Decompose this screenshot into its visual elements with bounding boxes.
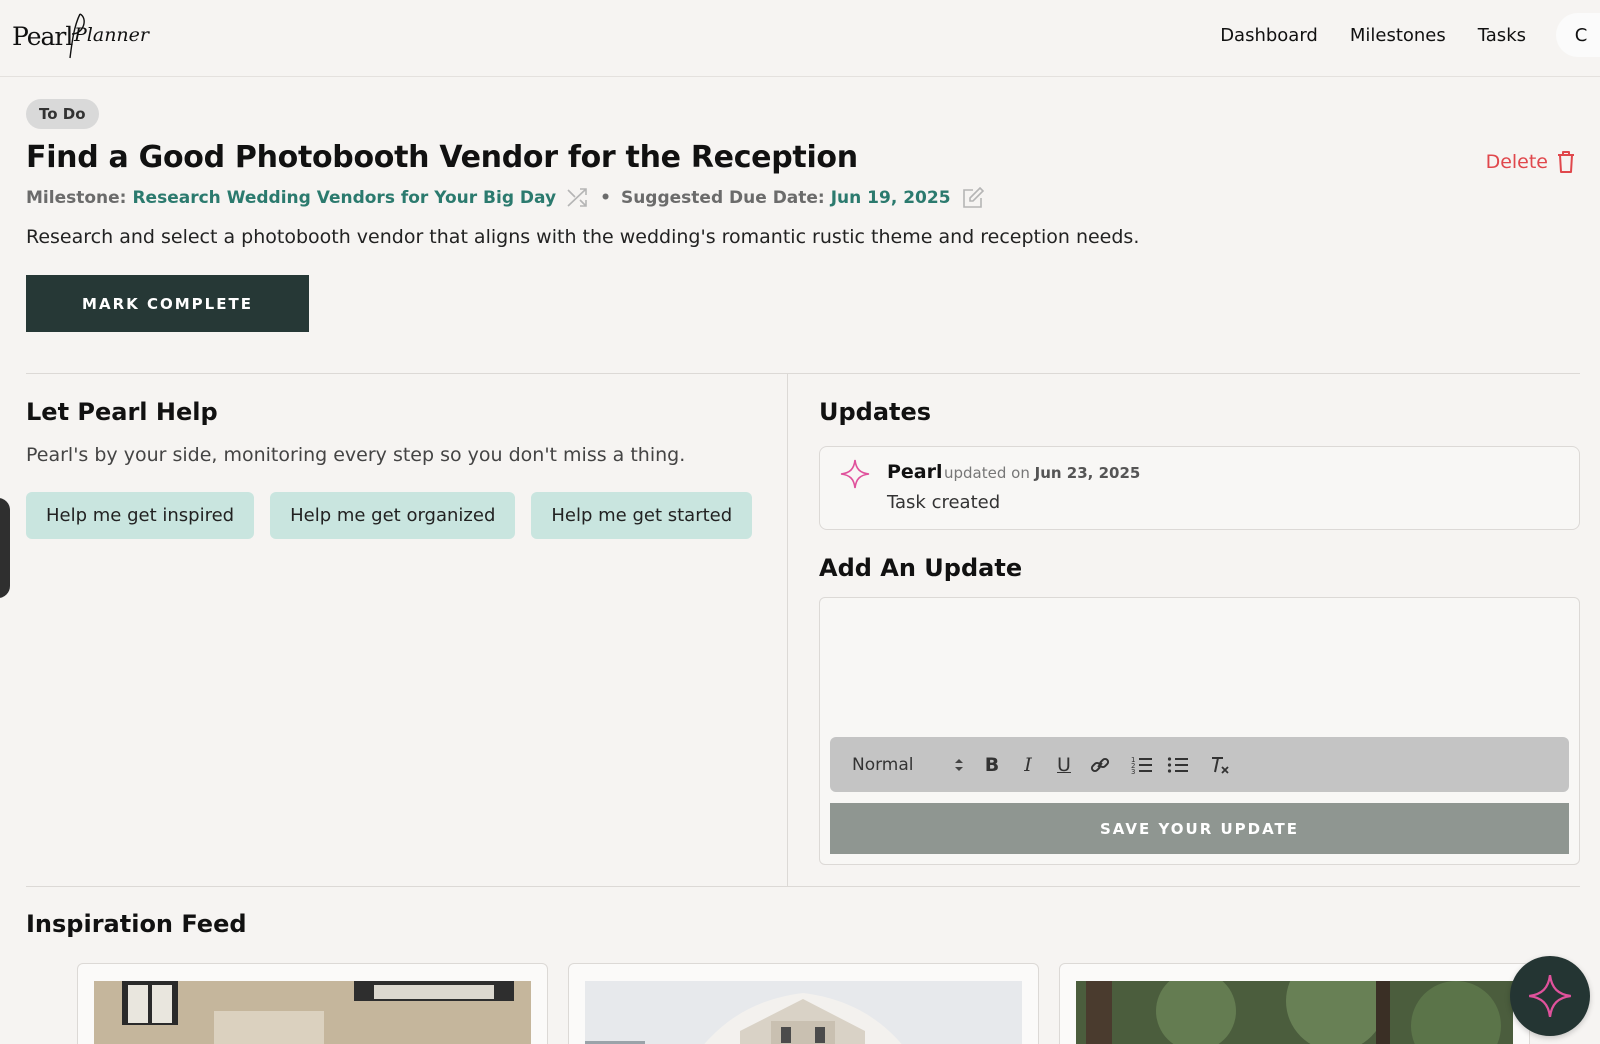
pearl-sparkle-icon <box>1529 975 1571 1017</box>
task-meta-row: Milestone: Research Wedding Vendors for … <box>26 186 985 210</box>
format-select[interactable]: Normal <box>852 755 964 775</box>
main-nav: Dashboard Milestones Tasks C <box>1188 0 1600 70</box>
section-divider <box>26 886 1580 887</box>
column-divider <box>787 374 788 886</box>
nav-tasks[interactable]: Tasks <box>1478 25 1526 46</box>
nav-dashboard[interactable]: Dashboard <box>1220 25 1318 46</box>
editor-toolbar: Normal B I U 1 2 3 <box>830 737 1569 792</box>
updates-title: Updates <box>819 398 932 426</box>
task-description: Research and select a photobooth vendor … <box>26 226 1140 248</box>
task-title: Find a Good Photobooth Vendor for the Re… <box>26 140 858 175</box>
delete-label: Delete <box>1485 151 1548 173</box>
mark-complete-button[interactable]: MARK COMPLETE <box>26 275 309 332</box>
update-editor[interactable]: Normal B I U 1 2 3 SAVE YOUR UPDATE <box>819 597 1580 865</box>
underline-icon[interactable]: U <box>1046 750 1082 780</box>
due-date-label: Suggested Due Date: <box>620 188 825 208</box>
due-date-value: Jun 19, 2025 <box>830 188 951 208</box>
feed-image <box>94 981 531 1044</box>
section-divider <box>26 373 1580 374</box>
shuffle-icon[interactable] <box>566 186 590 210</box>
milestone-label: Milestone: <box>26 188 127 208</box>
side-drawer-handle[interactable] <box>0 498 10 598</box>
top-header: Pearl Planner Dashboard Milestones Tasks… <box>0 0 1600 77</box>
bullet-list-icon[interactable] <box>1160 750 1196 780</box>
edit-icon[interactable] <box>961 186 985 210</box>
pearl-sparkle-icon <box>840 459 870 489</box>
trash-icon <box>1558 151 1574 173</box>
feed-card[interactable] <box>1059 963 1530 1044</box>
feed-image <box>585 981 1022 1044</box>
inspiration-feed-title: Inspiration Feed <box>26 910 247 938</box>
update-timestamp: updated on Jun 23, 2025 <box>944 464 1141 482</box>
status-badge: To Do <box>26 99 99 129</box>
meta-separator-dot: • <box>600 188 611 208</box>
link-icon[interactable] <box>1082 750 1118 780</box>
pearl-assistant-button[interactable] <box>1510 956 1590 1036</box>
bold-icon[interactable]: B <box>974 750 1010 780</box>
feed-card[interactable] <box>77 963 548 1044</box>
logo-text-pearl: Pearl <box>12 22 73 51</box>
milestone-link[interactable]: Research Wedding Vendors for Your Big Da… <box>132 188 556 208</box>
help-started-button[interactable]: Help me get started <box>531 492 753 539</box>
svg-text:3: 3 <box>1131 768 1135 775</box>
pearl-planner-logo[interactable]: Pearl Planner <box>12 13 149 60</box>
help-description: Pearl's by your side, monitoring every s… <box>26 444 686 466</box>
help-organized-button[interactable]: Help me get organized <box>270 492 516 539</box>
feed-image <box>1076 981 1513 1044</box>
help-inspired-button[interactable]: Help me get inspired <box>26 492 255 539</box>
update-author: Pearl <box>887 461 943 483</box>
format-select-value: Normal <box>852 754 914 775</box>
update-text: Task created <box>887 492 1001 513</box>
feed-card[interactable] <box>568 963 1039 1044</box>
italic-icon[interactable]: I <box>1010 750 1046 780</box>
save-update-button[interactable]: SAVE YOUR UPDATE <box>830 803 1569 854</box>
nav-milestones[interactable]: Milestones <box>1350 25 1446 46</box>
logo-text-planner: Planner <box>74 24 149 46</box>
user-avatar[interactable]: C <box>1556 13 1600 57</box>
let-pearl-help-title: Let Pearl Help <box>26 398 218 426</box>
select-arrows-icon <box>955 758 963 771</box>
clear-format-icon[interactable] <box>1202 750 1238 780</box>
help-button-group: Help me get inspired Help me get organiz… <box>26 492 768 539</box>
add-update-title: Add An Update <box>819 554 1023 582</box>
delete-task-button[interactable]: Delete <box>1486 150 1576 174</box>
ordered-list-icon[interactable]: 1 2 3 <box>1124 750 1160 780</box>
update-item: Pearl updated on Jun 23, 2025 Task creat… <box>819 446 1580 530</box>
